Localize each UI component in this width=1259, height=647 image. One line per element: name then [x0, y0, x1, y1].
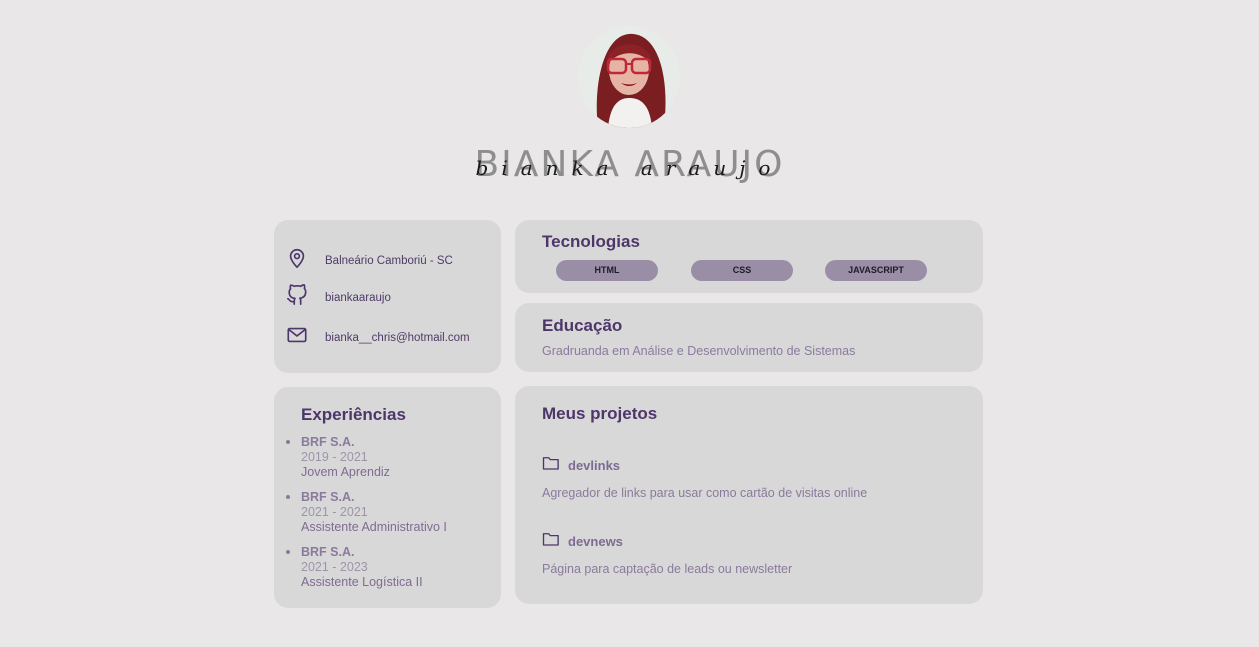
project-description: Página para captação de leads ou newslet… [542, 562, 793, 576]
projects-card: Meus projetos devlinks Agregador de link… [515, 386, 983, 604]
experience-item: BRF S.A. 2021 - 2021 Assistente Administ… [286, 490, 447, 535]
project-devnews[interactable]: devnews [542, 531, 623, 552]
experience-company: BRF S.A. [301, 545, 355, 559]
profile-name-script: bianka araujo [475, 156, 784, 180]
contact-location-text: Balneário Camboriú - SC [325, 254, 453, 267]
project-devlinks[interactable]: devlinks [542, 455, 620, 476]
tech-pill-javascript: JAVASCRIPT [825, 260, 927, 281]
experience-item: BRF S.A. 2021 - 2023 Assistente Logístic… [286, 545, 423, 590]
contact-email[interactable]: bianka__chris@hotmail.com [286, 324, 470, 351]
folder-icon [542, 531, 560, 552]
experience-period: 2021 - 2021 [301, 505, 368, 519]
technologies-card: Tecnologias HTML CSS JAVASCRIPT [515, 220, 983, 293]
tech-pill-css: CSS [691, 260, 793, 281]
experiences-card: Experiências BRF S.A. 2019 - 2021 Jovem … [274, 387, 501, 608]
projects-title: Meus projetos [542, 404, 658, 423]
bullet-icon [286, 495, 290, 499]
experience-period: 2019 - 2021 [301, 450, 368, 464]
project-name[interactable]: devlinks [568, 458, 620, 473]
project-name[interactable]: devnews [568, 534, 623, 549]
profile-avatar [578, 26, 680, 128]
contact-location: Balneário Camboriú - SC [286, 247, 453, 274]
experiences-title: Experiências [301, 405, 406, 424]
technologies-title: Tecnologias [542, 232, 640, 251]
experience-role: Jovem Aprendiz [301, 465, 390, 479]
bullet-icon [286, 550, 290, 554]
experience-company: BRF S.A. [301, 490, 355, 504]
map-pin-icon [286, 247, 308, 274]
bullet-icon [286, 440, 290, 444]
contact-github-text[interactable]: biankaaraujo [325, 292, 391, 304]
education-card: Educação Gradruanda em Análise e Desenvo… [515, 303, 983, 372]
profile-title: BIANKA ARAUJO bianka araujo [0, 144, 1259, 194]
experience-item: BRF S.A. 2019 - 2021 Jovem Aprendiz [286, 435, 390, 480]
folder-icon [542, 455, 560, 476]
contact-card: Balneário Camboriú - SC biankaaraujo bia… [274, 220, 501, 373]
contact-email-text[interactable]: bianka__chris@hotmail.com [325, 332, 470, 344]
experience-role: Assistente Administrativo I [301, 520, 447, 534]
education-text: Gradruanda em Análise e Desenvolvimento … [542, 344, 856, 358]
project-description: Agregador de links para usar como cartão… [542, 486, 868, 500]
profile-photo [578, 26, 680, 128]
experience-period: 2021 - 2023 [301, 560, 368, 574]
mail-icon [286, 324, 308, 351]
education-title: Educação [542, 316, 623, 335]
tech-pill-html: HTML [556, 260, 658, 281]
github-icon [286, 284, 308, 311]
contact-github[interactable]: biankaaraujo [286, 284, 391, 311]
experience-company: BRF S.A. [301, 435, 355, 449]
experience-role: Assistente Logística II [301, 575, 423, 589]
